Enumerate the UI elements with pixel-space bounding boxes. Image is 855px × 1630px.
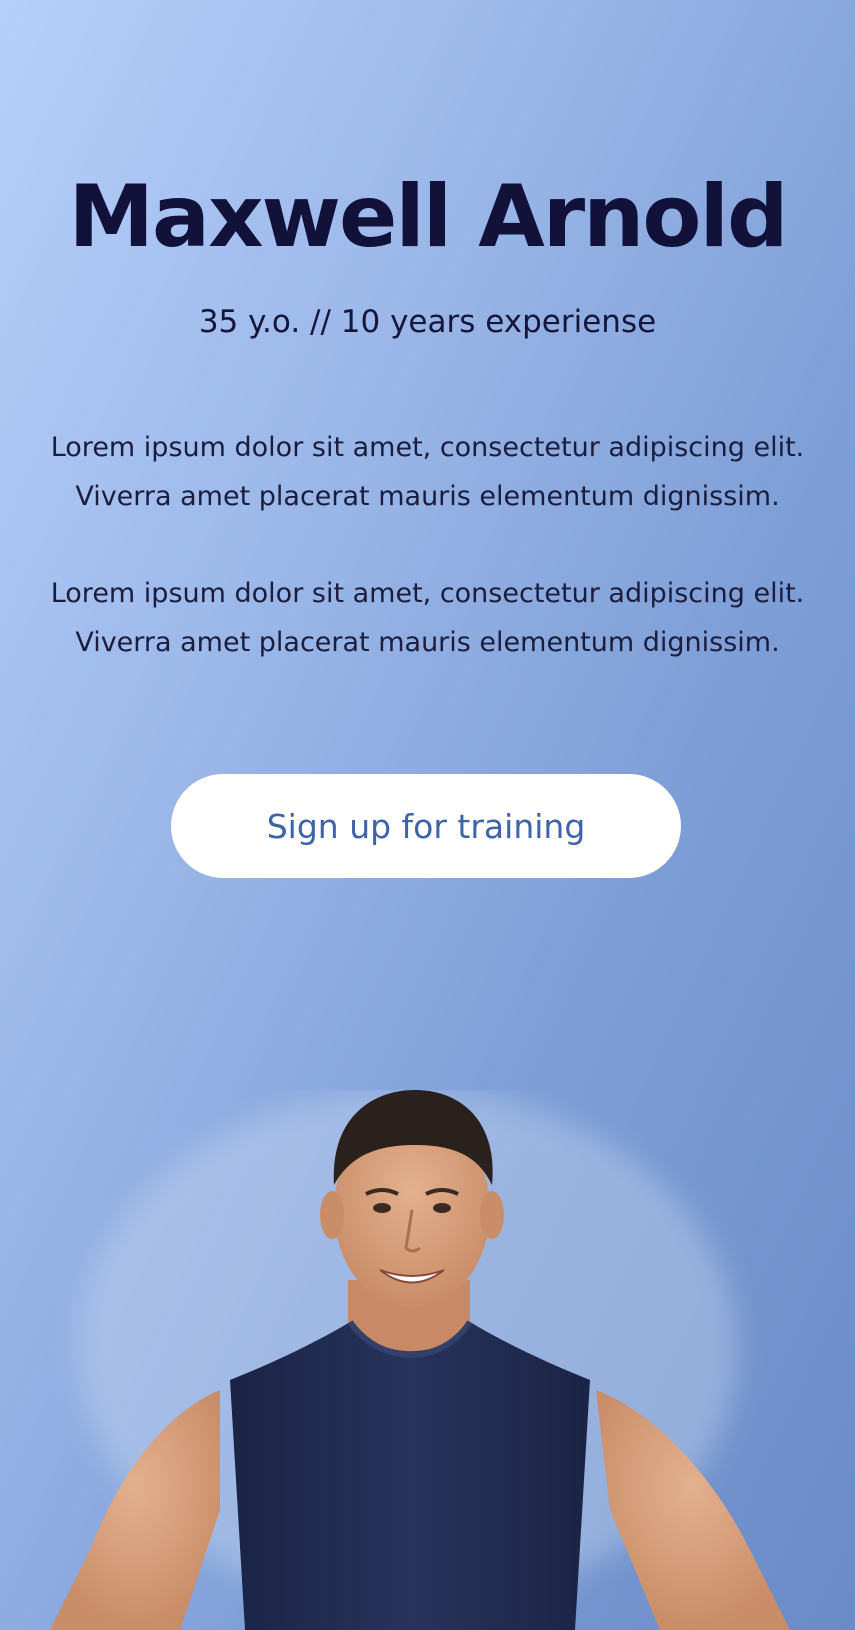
sign-up-training-button[interactable]: Sign up for training bbox=[171, 774, 681, 878]
trainer-photo bbox=[50, 1090, 790, 1630]
description-paragraph: Lorem ipsum dolor sit amet, consectetur … bbox=[50, 432, 805, 512]
trainer-age-experience: 35 y.o. // 10 years experiense bbox=[198, 304, 657, 340]
description-paragraph: Lorem ipsum dolor sit amet, consectetur … bbox=[50, 578, 805, 658]
trainer-name: Maxwell Arnold bbox=[68, 167, 788, 267]
hero-section: Maxwell Arnold 35 y.o. // 10 years exper… bbox=[0, 0, 855, 1630]
